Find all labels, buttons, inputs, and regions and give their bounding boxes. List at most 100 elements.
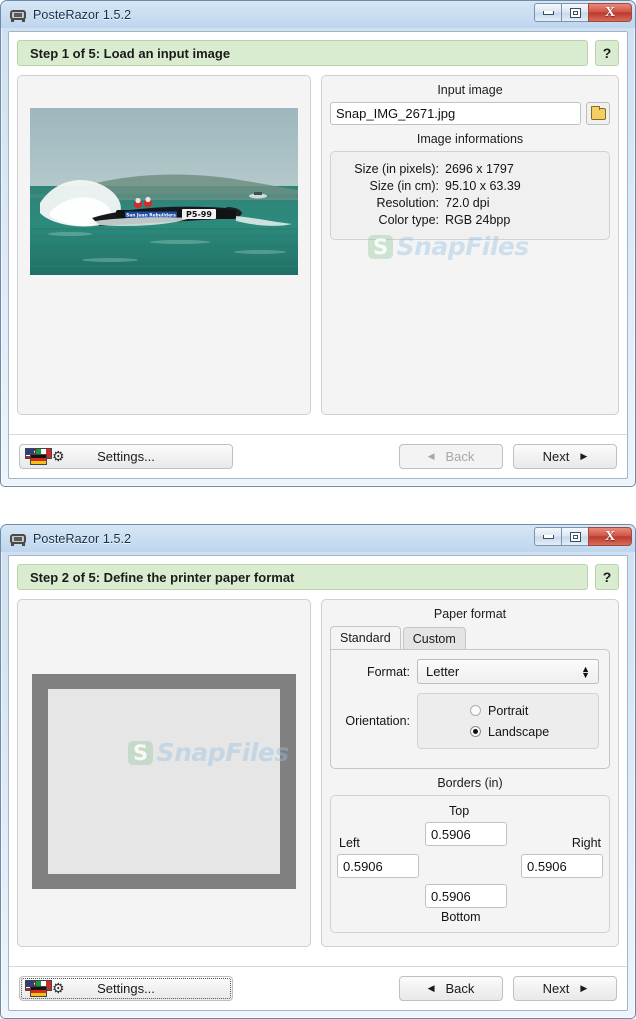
next-label: Next <box>542 449 570 464</box>
borders-title: Borders (in) <box>437 776 503 790</box>
back-label: Back <box>445 449 475 464</box>
border-left-label: Left <box>339 836 360 850</box>
footer: ⚙ Settings... Back Next <box>9 434 627 478</box>
window-title: PosteRazor 1.5.2 <box>33 7 132 22</box>
standard-tab-pane: Format: Letter ▲ ▼ Orientation: Portrait… <box>330 649 610 769</box>
language-flags-icon: ⚙ <box>25 980 65 998</box>
info-row: Size (in cm): 95.10 x 63.39 <box>341 178 599 195</box>
maximize-icon <box>569 7 581 18</box>
border-right-label: Right <box>571 836 601 850</box>
titlebar[interactable]: PosteRazor 1.5.2 X <box>1 1 635 28</box>
minimize-icon <box>542 534 554 539</box>
maximize-icon <box>569 531 581 542</box>
window-step-1: PosteRazor 1.5.2 X Step 1 of 5: Load an … <box>0 0 636 487</box>
input-image-title: Input image <box>437 83 503 97</box>
svg-text:P5-99: P5-99 <box>186 210 212 219</box>
border-right-input[interactable]: 0.5906 <box>521 854 603 878</box>
image-info-box: Size (in pixels): 2696 x 1797 Size (in c… <box>330 151 610 240</box>
radio-landscape[interactable]: Landscape <box>470 721 598 742</box>
paper-format-tabs: Standard Custom <box>322 626 618 649</box>
back-button[interactable]: Back <box>399 976 503 1001</box>
borders-box: Top 0.5906 Left 0.5906 Right 0.5906 0.59… <box>330 795 610 933</box>
border-bottom-input[interactable]: 0.5906 <box>425 884 507 908</box>
orientation-row: Orientation: Portrait Landscape <box>341 693 599 749</box>
info-row: Resolution: 72.0 dpi <box>341 195 599 212</box>
spinner-arrows-icon: ▲ ▼ <box>581 663 590 680</box>
border-bottom-label: Bottom <box>441 910 481 924</box>
folder-icon <box>590 105 606 120</box>
posterazor-icon <box>9 7 27 22</box>
info-label: Size (in pixels): <box>354 162 439 176</box>
next-button[interactable]: Next <box>513 976 617 1001</box>
info-label: Size (in cm): <box>369 179 439 193</box>
titlebar[interactable]: PosteRazor 1.5.2 X <box>1 525 635 552</box>
tools-icon: ⚙ <box>52 448 65 464</box>
close-button[interactable]: X <box>588 527 632 546</box>
next-label: Next <box>542 981 570 996</box>
settings-button[interactable]: ⚙ Settings... <box>19 444 233 469</box>
radio-portrait-icon <box>470 705 481 716</box>
info-value: 72.0 dpi <box>445 196 490 210</box>
window-controls: X <box>534 3 632 22</box>
help-button[interactable]: ? <box>595 40 619 66</box>
radio-portrait[interactable]: Portrait <box>470 700 598 721</box>
format-row: Format: Letter ▲ ▼ <box>341 659 599 684</box>
language-flags-icon: ⚙ <box>25 448 65 466</box>
close-icon: X <box>604 528 616 544</box>
tab-standard[interactable]: Standard <box>330 626 401 649</box>
input-image-field[interactable]: Snap_IMG_2671.jpg <box>330 102 581 125</box>
tab-custom[interactable]: Custom <box>402 627 466 649</box>
info-label: Color type: <box>378 213 439 227</box>
posterazor-icon <box>9 531 27 546</box>
body-row: Paper format Standard Custom Format: Let… <box>9 590 627 947</box>
browse-button[interactable] <box>586 102 610 125</box>
client-area: Step 2 of 5: Define the printer paper fo… <box>8 555 628 1011</box>
minimize-button[interactable] <box>534 3 562 22</box>
next-button[interactable]: Next <box>513 444 617 469</box>
format-value: Letter <box>426 664 460 679</box>
close-button[interactable]: X <box>588 3 632 22</box>
radio-portrait-label: Portrait <box>488 703 529 718</box>
border-left-input[interactable]: 0.5906 <box>337 854 419 878</box>
info-row: Color type: RGB 24bpp <box>341 212 599 229</box>
format-select[interactable]: Letter ▲ ▼ <box>417 659 599 684</box>
radio-landscape-label: Landscape <box>488 724 550 739</box>
paper-printable-area <box>48 689 280 874</box>
paper-format-title: Paper format <box>433 607 507 621</box>
border-top-input[interactable]: 0.5906 <box>425 822 507 846</box>
maximize-button[interactable] <box>561 527 589 546</box>
input-image-preview: San Juan Rebuilders P5-99 <box>30 108 298 275</box>
window-controls: X <box>534 527 632 546</box>
paper-format-panel: Paper format Standard Custom Format: Let… <box>321 599 619 947</box>
help-button[interactable]: ? <box>595 564 619 590</box>
client-area: Step 1 of 5: Load an input image ? San J… <box>8 31 628 479</box>
input-panel: Input image Snap_IMG_2671.jpg Image info… <box>321 75 619 415</box>
back-button[interactable]: Back <box>399 444 503 469</box>
info-label: Resolution: <box>376 196 439 210</box>
input-image-row: Snap_IMG_2671.jpg <box>322 102 618 125</box>
maximize-button[interactable] <box>561 3 589 22</box>
window-title: PosteRazor 1.5.2 <box>33 531 132 546</box>
border-top-label: Top <box>449 804 470 818</box>
step-row: Step 2 of 5: Define the printer paper fo… <box>9 556 627 590</box>
screen: PosteRazor 1.5.2 X Step 1 of 5: Load an … <box>0 0 636 1019</box>
tools-icon: ⚙ <box>52 980 65 996</box>
settings-label: Settings... <box>97 981 155 996</box>
boat-photo: San Juan Rebuilders P5-99 <box>30 108 298 275</box>
paper-preview-panel <box>17 599 311 947</box>
settings-label: Settings... <box>97 449 155 464</box>
settings-button[interactable]: ⚙ Settings... <box>19 976 233 1001</box>
step-header: Step 1 of 5: Load an input image <box>17 40 588 66</box>
step-row: Step 1 of 5: Load an input image ? <box>9 32 627 66</box>
close-icon: X <box>604 4 616 20</box>
radio-landscape-icon <box>470 726 481 737</box>
back-label: Back <box>445 981 475 996</box>
image-preview-panel: San Juan Rebuilders P5-99 <box>17 75 311 415</box>
minimize-icon <box>542 10 554 15</box>
paper-sheet-preview <box>32 674 296 889</box>
step-header: Step 2 of 5: Define the printer paper fo… <box>17 564 588 590</box>
format-label: Format: <box>366 664 410 679</box>
image-info-title: Image informations <box>416 132 524 146</box>
orientation-group: Portrait Landscape <box>417 693 599 749</box>
minimize-button[interactable] <box>534 527 562 546</box>
